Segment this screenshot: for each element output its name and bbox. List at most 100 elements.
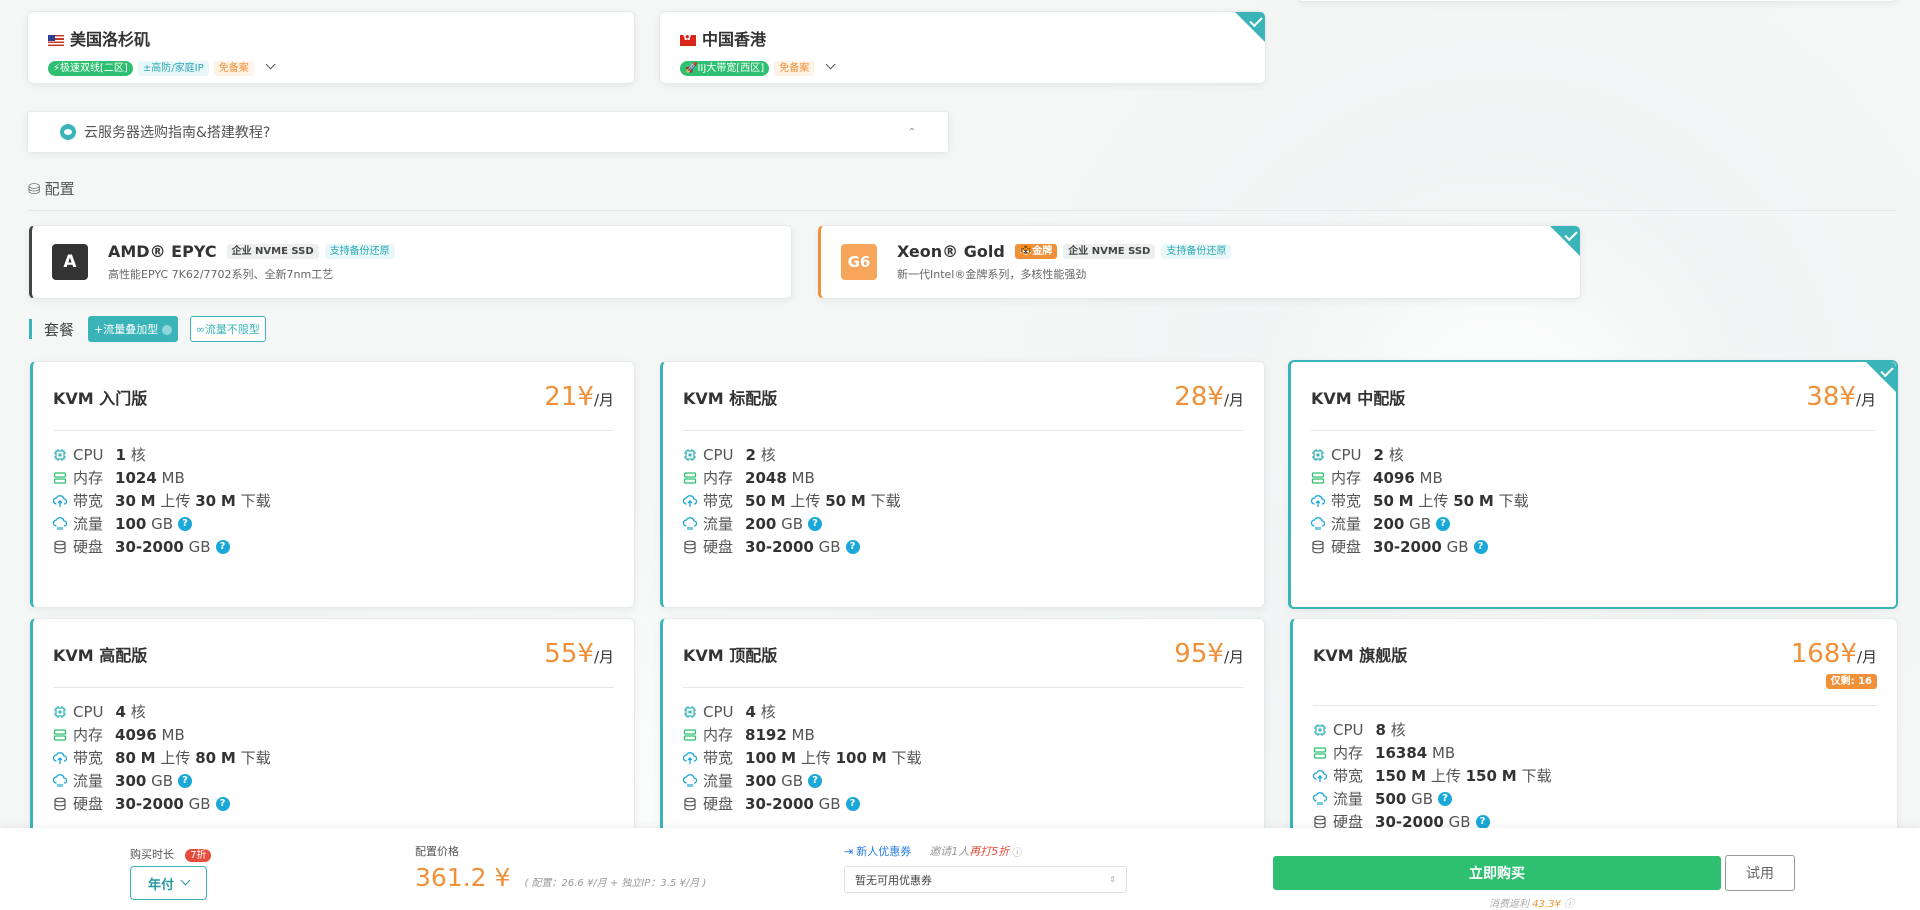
duration-select[interactable]: 年付	[130, 866, 207, 900]
help-icon[interactable]: ?	[808, 517, 823, 531]
help-icon[interactable]: ?	[808, 774, 823, 788]
config-tag: 支持备份还原	[324, 244, 395, 259]
disk-icon	[53, 540, 67, 554]
config-name: Xeon® Gold	[897, 242, 1005, 261]
bandwidth-icon	[682, 494, 698, 508]
spec-row-bw: 带宽 100 M 上传 100 M 下载	[682, 746, 1244, 769]
plan-name: KVM 中配版	[1311, 389, 1406, 408]
disk-icon	[53, 797, 67, 811]
invite-text: 邀请1人	[929, 845, 970, 858]
config-card-xeon[interactable]: G6 Xeon® Gold 🐯金牌 企业 NVME SSD 支持备份还原 新一代…	[818, 225, 1581, 299]
tab-traffic-unlimited[interactable]: ∞流量不限型	[189, 316, 266, 342]
spec-row-disk: 硬盘 30-2000 GB?	[683, 792, 1244, 815]
spec-row-traffic: 流量 200 GB?	[682, 512, 1244, 535]
config-desc: 高性能EPYC 7K62/7702系列、全新7nm工艺	[108, 268, 334, 281]
spec-row-mem: 内存 4096 MB	[1311, 466, 1876, 489]
spec-row-mem: 内存 2048 MB	[683, 466, 1244, 489]
region-name: 美国洛杉矶	[70, 30, 151, 49]
spec-row-mem: 内存 16384 MB	[1313, 741, 1877, 764]
discount-badge: 7折	[185, 849, 212, 862]
config-card-amd[interactable]: A AMD® EPYC 企业 NVME SSD 支持备份还原 高性能EPYC 7…	[29, 225, 792, 299]
help-icon[interactable]: ?	[845, 797, 860, 811]
help-icon[interactable]: ?	[215, 540, 230, 554]
price-label: 配置价格	[415, 845, 459, 858]
traffic-icon	[52, 773, 68, 788]
plan-card[interactable]: KVM 入门版 21¥/月 CPU 1 核 内存 1024 MB 带宽 30 M…	[30, 361, 635, 608]
g6-logo: G6	[841, 244, 877, 280]
price-group: 361.2 ¥ ( 配置：26.6 ¥/月 + 独立IP：3.5 ¥/月 )	[415, 863, 706, 892]
spec-row-disk: 硬盘 30-2000 GB?	[1311, 535, 1876, 558]
spec-row-bw: 带宽 80 M 上传 80 M 下载	[52, 746, 614, 769]
spec-row-mem: 内存 1024 MB	[53, 466, 614, 489]
cpu-icon	[683, 448, 697, 462]
spec-row-cpu: CPU 2 核	[1311, 443, 1876, 466]
plan-card[interactable]: KVM 中配版 38¥/月 CPU 2 核 内存 4096 MB 带宽 50 M…	[1288, 360, 1898, 609]
config-tag: 企业 NVME SSD	[1063, 244, 1156, 259]
help-icon: ⓘ	[1012, 847, 1023, 859]
spec-row-disk: 硬盘 30-2000 GB?	[683, 535, 1244, 558]
memory-icon	[1311, 471, 1325, 485]
duration-label: 购买时长	[130, 848, 174, 861]
partial-card	[1297, 0, 1897, 2]
buy-button[interactable]: 立即购买	[1273, 856, 1721, 890]
memory-icon	[683, 471, 697, 485]
spec-row-bw: 带宽 150 M 上传 150 M 下载	[1312, 764, 1877, 787]
duration-group: 购买时长 7折	[130, 843, 212, 862]
memory-icon	[1313, 746, 1327, 760]
region-card-us[interactable]: 美国洛杉矶 ⚡极速双线[二区] ±高防/家庭IP 免备案	[27, 11, 635, 84]
hk-flag-icon	[680, 32, 696, 46]
info-icon	[161, 325, 172, 335]
help-icon[interactable]: ?	[178, 517, 193, 531]
amd-logo: A	[52, 244, 88, 280]
plan-card[interactable]: KVM 标配版 28¥/月 CPU 2 核 内存 2048 MB 带宽 50 M…	[660, 361, 1265, 608]
plan-name: KVM 入门版	[53, 389, 148, 408]
help-icon[interactable]: ?	[1438, 792, 1453, 806]
help-icon[interactable]: ?	[1436, 517, 1451, 531]
divider	[28, 210, 1896, 211]
plan-price: 28¥/月	[1174, 382, 1244, 412]
chevron-down-icon[interactable]	[825, 59, 836, 70]
help-icon[interactable]: ?	[215, 797, 230, 811]
region-tag: ⚡极速双线[二区]	[48, 61, 133, 76]
region-tag: 免备案	[213, 61, 254, 76]
help-icon[interactable]: ?	[845, 540, 860, 554]
tab-traffic-addon[interactable]: +流量叠加型	[88, 316, 178, 342]
bandwidth-icon	[52, 751, 68, 765]
help-icon: ⓘ	[1564, 899, 1575, 910]
chevron-down-icon[interactable]	[265, 59, 276, 70]
region-card-hk[interactable]: 中国香港 🚀IIJ大带宽[西区] 免备案	[659, 11, 1266, 84]
cubes-icon: ⛁	[28, 179, 41, 198]
chevron-up-icon[interactable]: ⌃	[908, 127, 916, 138]
plan-price: 55¥/月	[544, 639, 614, 669]
selected-check-icon	[1235, 12, 1265, 42]
guide-collapse[interactable]: 云服务器选购指南&搭建教程? ⌃	[27, 111, 949, 153]
help-icon[interactable]: ?	[1475, 815, 1490, 829]
memory-icon	[53, 471, 67, 485]
disk-icon	[1311, 540, 1325, 554]
coupon-select[interactable]: 暂无可用优惠券 ⇕	[844, 866, 1127, 893]
trial-button[interactable]: 试用	[1725, 855, 1795, 891]
price-detail: ( 配置：26.6 ¥/月 + 独立IP：3.5 ¥/月 )	[524, 878, 707, 889]
cpu-icon	[683, 705, 697, 719]
spec-row-cpu: CPU 4 核	[683, 700, 1244, 723]
spec-row-traffic: 流量 300 GB?	[52, 769, 614, 792]
packages-section-title: 套餐 +流量叠加型 ∞流量不限型	[29, 316, 266, 342]
spec-row-mem: 内存 4096 MB	[53, 723, 614, 746]
traffic-icon	[52, 516, 68, 531]
stock-badge: 仅剩: 16	[1825, 674, 1877, 689]
traffic-icon	[1310, 516, 1326, 531]
plan-price: 168¥/月	[1790, 639, 1877, 669]
disk-icon	[683, 797, 697, 811]
memory-icon	[683, 728, 697, 742]
coupon-link[interactable]: 新人优惠券	[856, 843, 911, 859]
config-tag: 企业 NVME SSD	[226, 244, 319, 259]
spec-row-traffic: 流量 100 GB?	[52, 512, 614, 535]
help-icon[interactable]: ?	[1473, 540, 1488, 554]
config-desc: 新一代Intel®金牌系列，多核性能强劲	[897, 268, 1087, 281]
sort-icon: ⇕	[1109, 875, 1116, 884]
config-section-title: ⛁ 配置	[28, 179, 75, 199]
spec-row-bw: 带宽 30 M 上传 30 M 下载	[52, 489, 614, 512]
spec-row-cpu: CPU 8 核	[1313, 718, 1877, 741]
help-icon[interactable]: ?	[178, 774, 193, 788]
login-icon: ⇥	[844, 844, 854, 858]
